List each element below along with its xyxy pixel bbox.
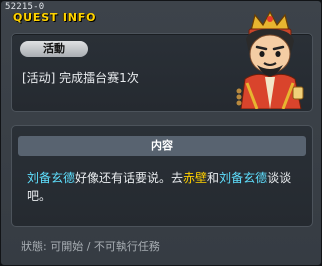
npc-link[interactable]: 刘备玄德 (27, 171, 75, 185)
desc-text: 和 (207, 171, 220, 185)
npc-portrait-icon (236, 10, 304, 109)
quest-description: 刘备玄德好像还有话要说。去赤壁和刘备玄德谈谈吧。 (27, 169, 303, 205)
quest-status: 狀態: 可開始 / 不可執行任務 (21, 240, 160, 253)
content-header: 内容 (18, 136, 306, 156)
desc-text: 好像还有话要说。去 (75, 171, 184, 185)
window-title: QUEST INFO (13, 11, 97, 24)
category-badge: 活動 (20, 41, 88, 57)
quest-content-panel: 内容 刘备玄德好像还有话要说。去赤壁和刘备玄德谈谈吧。 (11, 125, 313, 227)
quest-info-window: 52215-0 QUEST INFO 活動 [活动] 完成擂台赛1次 内容 刘备… (0, 0, 322, 266)
place-link[interactable]: 赤壁 (183, 171, 207, 185)
quest-name: [活动] 完成擂台赛1次 (22, 71, 139, 85)
npc-link[interactable]: 刘备玄德 (219, 171, 267, 185)
